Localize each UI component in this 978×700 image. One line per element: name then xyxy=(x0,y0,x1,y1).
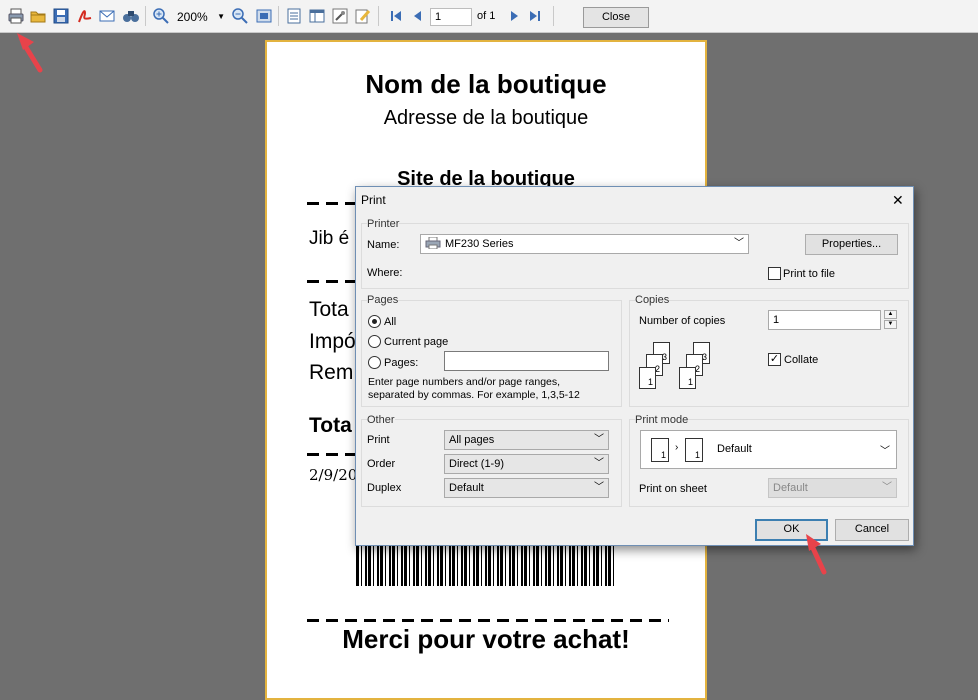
layout-icon[interactable] xyxy=(308,7,326,25)
arrow-right-icon: › xyxy=(675,442,679,453)
chevron-down-icon: ﹀ xyxy=(594,482,604,493)
print-to-file-checkbox[interactable] xyxy=(768,267,781,280)
printer-group-label: Printer xyxy=(367,218,400,230)
toolbar-separator xyxy=(145,6,146,26)
chevron-down-icon: ﹀ xyxy=(882,482,892,493)
print-mode-select[interactable]: 1 › 1 Default ﹀ xyxy=(640,430,897,469)
settings-icon[interactable] xyxy=(331,7,349,25)
discount-label: Rem xyxy=(309,361,354,384)
thank-you-message: Merci pour votre achat! xyxy=(342,624,630,654)
separator-line xyxy=(307,619,669,622)
chevron-down-icon: ﹀ xyxy=(594,434,604,445)
spin-down-icon[interactable]: ▼ xyxy=(884,320,897,329)
current-page-radio[interactable] xyxy=(368,335,381,348)
collate-label: Collate xyxy=(784,354,819,366)
pages-all-radio[interactable] xyxy=(368,315,381,328)
print-range-select[interactable]: All pages ﹀ xyxy=(444,430,609,450)
open-icon[interactable] xyxy=(29,7,47,25)
print-mode-group-label: Print mode xyxy=(635,414,689,426)
close-button[interactable]: Close xyxy=(583,7,649,28)
page-thumb-icon: 1 xyxy=(639,367,656,389)
zoom-in-icon[interactable] xyxy=(152,7,170,25)
order-label: Order xyxy=(367,458,396,470)
zoom-value: 200% xyxy=(177,10,208,24)
find-icon[interactable] xyxy=(122,7,140,25)
chevron-down-icon: ﹀ xyxy=(880,446,890,457)
toolbar-separator xyxy=(553,6,554,26)
toolbar-separator xyxy=(278,6,279,26)
preview-toolbar: 200% ▼ 1 of 1 Close xyxy=(0,0,978,33)
annotation-arrow-icon xyxy=(17,33,43,73)
duplex-select[interactable]: Default ﹀ xyxy=(444,478,609,498)
page-thumb-icon: 1 xyxy=(651,438,669,462)
pages-all-label: All xyxy=(384,316,397,328)
duplex-label: Duplex xyxy=(367,482,402,494)
chevron-down-icon: ﹀ xyxy=(734,238,744,249)
shop-address: Adresse de la boutique xyxy=(383,107,589,129)
total-label: Tota xyxy=(309,298,349,321)
copies-group-label: Copies xyxy=(635,294,670,306)
shop-name: Nom de la boutique xyxy=(365,69,607,99)
edit-icon[interactable] xyxy=(354,7,372,25)
page-number-input[interactable]: 1 xyxy=(430,8,472,26)
first-page-icon[interactable] xyxy=(387,7,405,25)
properties-button[interactable]: Properties... xyxy=(805,234,898,255)
separator-line xyxy=(307,202,357,205)
page-setup-icon[interactable] xyxy=(285,7,303,25)
print-on-sheet-value: Default xyxy=(773,482,808,494)
next-page-icon[interactable] xyxy=(505,7,523,25)
print-to-file-label: Print to file xyxy=(783,268,835,280)
close-icon[interactable]: ✕ xyxy=(892,193,904,207)
printer-small-icon xyxy=(425,236,441,250)
grand-total-label: Tota xyxy=(309,414,352,437)
spin-up-icon[interactable]: ▲ xyxy=(884,310,897,319)
print-on-sheet-select[interactable]: Default ﹀ xyxy=(768,478,897,498)
save-icon[interactable] xyxy=(52,7,70,25)
order-select[interactable]: Direct (1-9) ﹀ xyxy=(444,454,609,474)
separator-line xyxy=(307,453,357,456)
fit-page-icon[interactable] xyxy=(255,7,273,25)
receipt-item-line: Jib é xyxy=(309,228,350,249)
zoom-out-icon[interactable] xyxy=(231,7,249,25)
page-thumb-icon: 1 xyxy=(685,438,703,462)
page-thumb-icon: 1 xyxy=(679,367,696,389)
last-page-icon[interactable] xyxy=(526,7,544,25)
chevron-down-icon: ﹀ xyxy=(594,458,604,469)
toolbar-separator xyxy=(378,6,379,26)
number-of-copies-label: Number of copies xyxy=(639,315,726,327)
pages-group-label: Pages xyxy=(367,294,399,306)
pages-range-label: Pages: xyxy=(384,357,419,369)
print-icon[interactable] xyxy=(7,7,25,25)
print-mode-value: Default xyxy=(717,443,752,455)
dialog-title: Print xyxy=(361,193,386,207)
separator-line xyxy=(307,280,357,283)
printer-where-label: Where: xyxy=(367,267,403,279)
pages-hint-text: Enter page numbers and/or page ranges, s… xyxy=(368,376,580,401)
email-icon[interactable] xyxy=(98,7,116,25)
barcode-image xyxy=(356,546,616,586)
print-dialog: Print ✕ Printer Name: MF230 Series ﹀ Pro… xyxy=(355,186,914,546)
duplex-value: Default xyxy=(449,482,484,494)
annotation-arrow-icon xyxy=(806,534,827,575)
cancel-button[interactable]: Cancel xyxy=(835,519,909,541)
collate-checkbox[interactable]: ✓ xyxy=(768,353,781,366)
chevron-down-icon: ▼ xyxy=(217,12,225,21)
page-count: of 1 xyxy=(477,10,496,22)
other-group-label: Other xyxy=(367,414,395,426)
printer-name-value: MF230 Series xyxy=(445,238,514,250)
number-of-copies-input[interactable]: 1 xyxy=(768,310,881,330)
pages-range-radio[interactable] xyxy=(368,356,381,369)
pages-range-input[interactable] xyxy=(444,351,609,371)
print-range-label: Print xyxy=(367,434,390,446)
current-page-label: Current page xyxy=(384,336,449,348)
pdf-icon[interactable] xyxy=(76,7,94,25)
print-on-sheet-label: Print on sheet xyxy=(639,483,707,495)
tax-label: Impó xyxy=(309,330,356,353)
printer-name-label: Name: xyxy=(367,239,400,251)
print-range-value: All pages xyxy=(449,434,495,446)
zoom-select[interactable]: 200% ▼ xyxy=(177,9,225,25)
printer-name-select[interactable]: MF230 Series ﹀ xyxy=(420,234,749,254)
prev-page-icon[interactable] xyxy=(409,7,427,25)
order-value: Direct (1-9) xyxy=(449,458,505,470)
